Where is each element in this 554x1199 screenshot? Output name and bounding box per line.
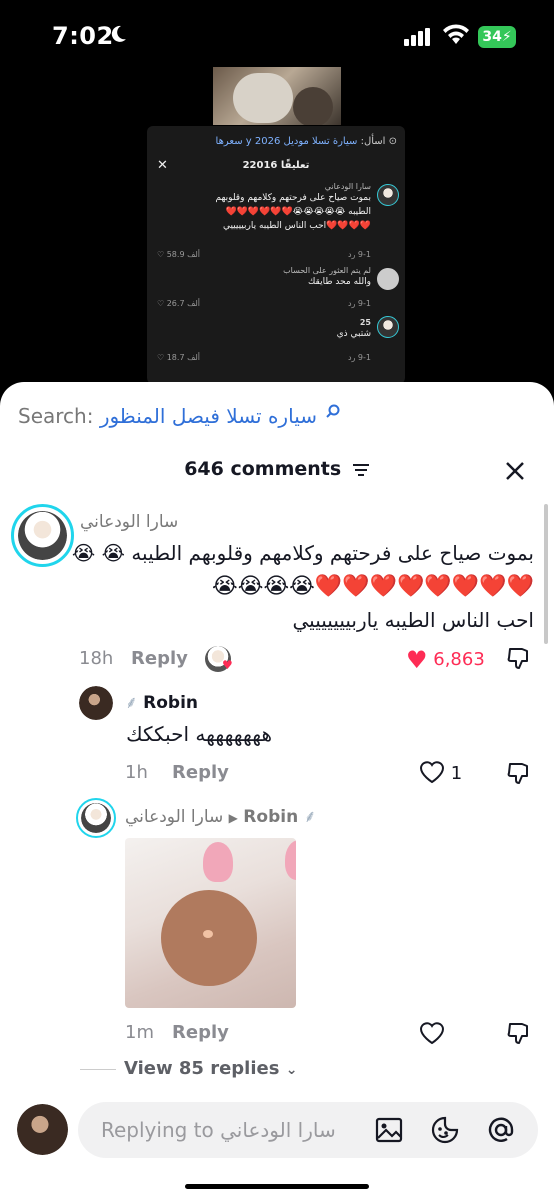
mini-c3-likes: 18.7 ألف [166, 353, 201, 362]
like-button-2[interactable]: 1 [419, 760, 462, 784]
reply-button-3[interactable]: Reply [172, 1022, 229, 1043]
search-suggestion[interactable]: Search: سياره تسلا فيصل المنظور [18, 404, 341, 428]
reply-2-target[interactable]: Robin [243, 807, 298, 827]
comment-time: 18h [79, 648, 114, 669]
mini-avatar [377, 184, 399, 206]
heart-outline-icon[interactable] [419, 1021, 445, 1045]
mini-c1-text1: بموت صياح على فرحتهم وكلامهم وقلوبهم [215, 193, 371, 203]
mini-c3-text: شتبي ذي [336, 329, 371, 339]
reply-2-author[interactable]: سارا الودعاني [125, 807, 223, 827]
reply-arrow-icon: ▶ [228, 811, 238, 825]
video-thumbnail [213, 67, 341, 125]
battery-indicator: 34 ⚡ [478, 26, 516, 48]
home-indicator [185, 1184, 369, 1189]
mini-c2-likes-wrap: ♡ 26.7 ألف [157, 299, 201, 308]
mini-comment-count: 22016 تعليقًا [242, 160, 310, 171]
video-embedded-comments: ⊙ اسأل: سيارة تسلا موديل 2026 y سعرها ✕ … [147, 126, 405, 384]
reply-button[interactable]: Reply [131, 648, 188, 669]
my-avatar[interactable] [17, 1104, 68, 1155]
mini-c1-text3: ❤️❤️❤️❤️احب الناس الطيبه ياربيييييي [222, 221, 371, 231]
comment-text-line-2: ❤️❤️❤️❤️❤️❤️❤️❤️😭😭😭😭 [212, 574, 534, 599]
sort-filter-icon[interactable] [352, 463, 370, 477]
mini-comment-1: سارا الودعاني بموت صياح على فرحتهم وكلام… [216, 182, 371, 233]
view-more-label: View 85 replies [124, 1058, 280, 1079]
mini-search-query: سيارة تسلا موديل 2026 y سعرها [215, 136, 358, 147]
comment-author[interactable]: سارا الودعاني [80, 512, 178, 532]
dislike-icon[interactable] [506, 646, 532, 672]
dislike-icon[interactable] [506, 761, 532, 787]
comment-input-placeholder: Replying to سارا الودعاني [101, 1118, 336, 1142]
mini-comment-2: لم يتم العثور على الحساب والله محد طايقك [283, 266, 371, 289]
reply-2-header: سارا الودعاني ▶ Robin ⸙ [125, 804, 316, 827]
sticker-icon[interactable] [430, 1115, 460, 1145]
search-label: Search: [18, 404, 94, 428]
mini-search: ⊙ اسأل: سيارة تسلا موديل 2026 y سعرها [216, 136, 397, 147]
mini-c3-likes-wrap: ♡ 18.7 ألف [157, 353, 201, 362]
mini-c3-name: 25 [359, 318, 371, 327]
reply-avatar-2[interactable] [81, 803, 111, 833]
comment-count[interactable]: 646 comments [0, 458, 554, 480]
avatar[interactable] [18, 511, 67, 560]
mini-c1-meta: 9-1 رد [347, 250, 371, 259]
mini-search-icon: ⊙ [388, 136, 397, 147]
mini-search-prefix: اسأل: [360, 136, 386, 147]
like-button[interactable]: ♥ 6,863 [406, 646, 485, 674]
search-icon [326, 404, 340, 418]
reply-time: 1h [125, 762, 148, 783]
reply-avatar[interactable] [79, 686, 113, 720]
reply-author-name: Robin [143, 693, 199, 713]
mini-avatar-3 [377, 316, 399, 338]
feather-icon: ⸙ [125, 693, 144, 713]
divider-line [80, 1068, 116, 1070]
reply-button-2[interactable]: Reply [172, 762, 229, 783]
sticker-image[interactable] [125, 838, 296, 1008]
mention-icon[interactable] [486, 1115, 516, 1145]
feather-icon: ⸙ [298, 807, 317, 827]
mini-c2-likes: 26.7 ألف [166, 299, 201, 308]
reply-2-time: 1m [125, 1022, 154, 1043]
reply-author[interactable]: Robin ⸙ [125, 690, 198, 713]
wifi-icon [443, 24, 469, 44]
battery-level: 34 [482, 29, 502, 45]
comment-count-label: 646 comments [184, 458, 342, 480]
close-icon[interactable] [500, 456, 530, 486]
scrollbar[interactable] [544, 504, 548, 644]
mini-avatar-2 [377, 268, 399, 290]
mini-c3-meta: 9-1 رد [347, 353, 371, 362]
comment-input[interactable]: Replying to سارا الودعاني [78, 1102, 538, 1158]
search-query[interactable]: سياره تسلا فيصل المنظور [100, 404, 317, 428]
charging-icon: ⚡ [501, 29, 512, 45]
dislike-icon[interactable] [506, 1021, 532, 1047]
mini-c2-name: لم يتم العثور على الحساب [283, 266, 371, 275]
mini-c1-likes: 58.9 ألف [166, 250, 201, 259]
image-icon[interactable] [374, 1115, 404, 1145]
creator-heart-icon: ♥ [222, 658, 233, 672]
cellular-signal-icon [404, 28, 430, 46]
status-bar: 7:02 34 ⚡ [0, 0, 554, 72]
mini-c2-meta: 9-1 رد [347, 299, 371, 308]
like-count-2: 1 [450, 763, 463, 784]
comment-text-line-3: احب الناس الطيبه ياربيييييييي [292, 608, 534, 632]
mini-comment-3: 25 شتبي ذي [337, 318, 371, 341]
chevron-down-icon: ⌄ [285, 1062, 298, 1078]
mini-c1-name: سارا الودعاني [324, 182, 371, 191]
comment-text-line-1: بموت صياح على فرحتهم وكلامهم وقلوبهم الط… [71, 541, 534, 565]
moon-icon [111, 25, 126, 42]
mini-c1-likes-wrap: ♡ 58.9 ألف [157, 250, 201, 259]
comments-header: 646 comments [0, 458, 554, 488]
comments-sheet: Search: سياره تسلا فيصل المنظور 646 comm… [0, 382, 554, 1199]
mini-c1-text2: الطيبه 😭😭😭😭😭❤️❤️❤️❤️❤️❤️ [225, 207, 371, 217]
heart-filled-icon: ♥ [406, 646, 428, 674]
view-more-replies[interactable]: View 85 replies ⌄ [80, 1058, 297, 1079]
heart-outline-icon [419, 761, 445, 784]
like-count: 6,863 [433, 649, 485, 670]
status-time: 7:02 [52, 22, 114, 50]
mini-c2-text: والله محد طايقك [307, 277, 371, 287]
reply-text: هههههههه احبككك [126, 722, 272, 746]
